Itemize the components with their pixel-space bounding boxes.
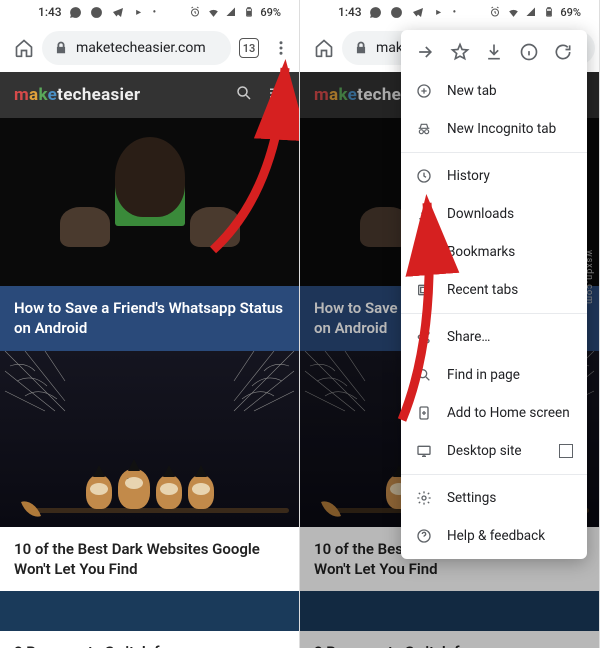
search-icon[interactable] [235,84,253,106]
help-icon [415,527,433,545]
site-logo[interactable]: maketecheasier [14,85,140,105]
wifi-icon [506,5,520,19]
arrow-status-icon: ▸ [432,5,446,19]
phone-right: 1:43 ▸ • 69% maket maketecheasier [300,0,600,648]
status-time: 1:43 [338,5,362,19]
menu-new-tab[interactable]: New tab [401,72,587,110]
battery-icon [242,5,256,19]
arrow-status-icon: ▸ [132,5,146,19]
menu-help[interactable]: Help & feedback [401,517,587,555]
menu-add-home[interactable]: Add to Home screen [401,394,587,432]
status-bar: 1:43 ▸ • 69% [300,0,599,24]
menu-kebab-icon[interactable] [267,34,295,62]
refresh-icon[interactable] [551,40,575,64]
menu-find[interactable]: Find in page [401,356,587,394]
phone-left: 1:43 ▸ • 69% maketecheasier.com 13 maket… [0,0,300,648]
article-2-title: 10 of the Best Dark Websites Google Won'… [0,527,299,592]
menu-history[interactable]: History [401,157,587,195]
download-icon[interactable] [482,40,506,64]
add-home-icon [415,404,433,422]
home-icon[interactable] [10,34,38,62]
messenger-status-icon [90,5,104,19]
forward-icon[interactable] [413,40,437,64]
bookmarks-icon [415,243,433,261]
messenger-status-icon [390,5,404,19]
tab-switcher[interactable]: 13 [239,38,259,58]
article-2[interactable]: 10 of the Best Dark Websites Google Won'… [0,351,299,592]
status-bar: 1:43 ▸ • 69% [0,0,299,24]
alarm-icon [488,5,502,19]
battery-percent: 69% [560,6,581,19]
find-icon [415,366,433,384]
battery-icon [542,5,556,19]
share-icon [415,328,433,346]
recent-tabs-icon [415,281,433,299]
menu-incognito[interactable]: New Incognito tab [401,110,587,148]
signal-icon [524,5,538,19]
wifi-icon [206,5,220,19]
home-icon[interactable] [310,34,338,62]
gear-icon [415,489,433,507]
history-icon [415,167,433,185]
incognito-icon [415,120,433,138]
chrome-overflow-menu: New tab New Incognito tab History Downlo… [401,30,587,559]
article-1[interactable]: ✆ How to Save a Friend's Whatsapp Status… [0,118,299,351]
lock-icon [54,41,68,55]
signal-icon [224,5,238,19]
omnibox[interactable]: maketecheasier.com [42,31,231,65]
hamburger-icon[interactable] [267,84,285,106]
status-time: 1:43 [38,5,62,19]
plus-icon [415,82,433,100]
menu-share[interactable]: Share… [401,318,587,356]
menu-desktop-site[interactable]: Desktop site [401,432,587,470]
webpage-content: maketecheasier ✆ How to Save a Friend's … [0,72,299,648]
menu-downloads[interactable]: Downloads [401,195,587,233]
battery-percent: 69% [260,6,281,19]
article-1-title: How to Save a Friend's Whatsapp Status o… [0,286,299,351]
menu-bookmarks[interactable]: Bookmarks [401,233,587,271]
lock-icon [354,41,368,55]
article-3-title: 8 Reasons to Switch from [0,631,299,648]
desktop-checkbox[interactable] [559,444,573,458]
alarm-icon [188,5,202,19]
whatsapp-status-icon [69,5,83,19]
menu-recent-tabs[interactable]: Recent tabs [401,271,587,309]
article-3[interactable]: 8 Reasons to Switch from [0,591,299,648]
telegram-status-icon [111,5,125,19]
site-header: maketecheasier [0,72,299,118]
url-text: maketecheasier.com [76,40,219,56]
more-status-icon: • [153,7,157,18]
desktop-icon [415,442,433,460]
downloads-icon [415,205,433,223]
telegram-status-icon [411,5,425,19]
whatsapp-status-icon [369,5,383,19]
browser-toolbar: maketecheasier.com 13 [0,24,299,72]
info-icon[interactable] [517,40,541,64]
menu-settings[interactable]: Settings [401,479,587,517]
star-icon[interactable] [448,40,472,64]
more-status-icon: • [453,7,457,18]
